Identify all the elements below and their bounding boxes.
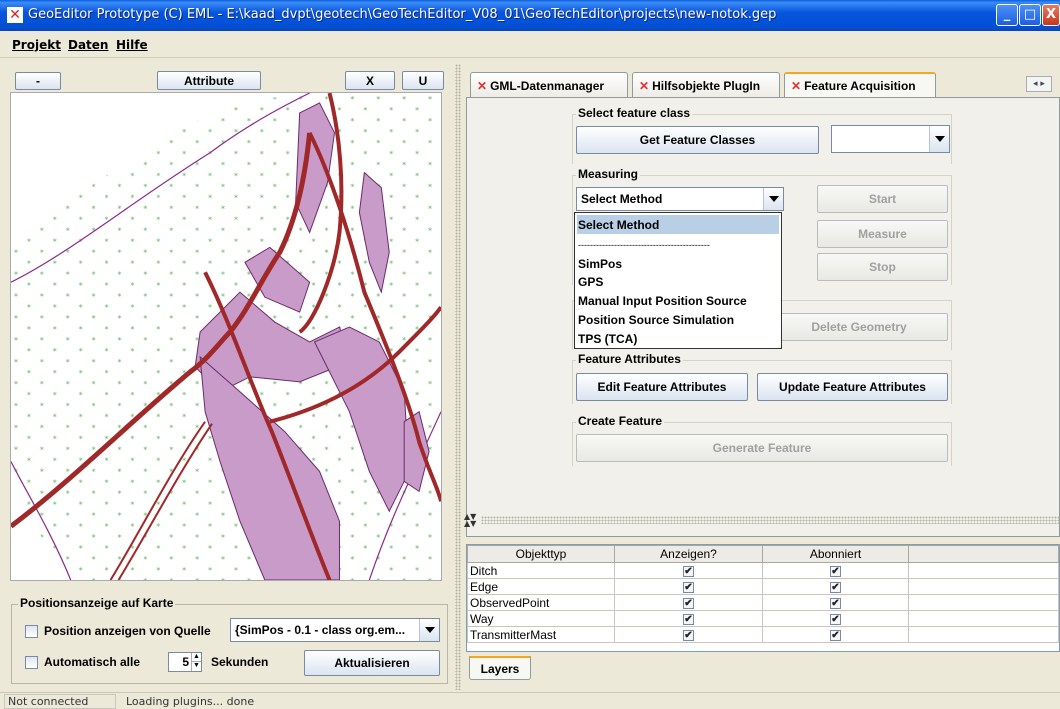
tab-scroll-arrows[interactable]: ◂ ▸ — [1026, 76, 1052, 92]
feature-class-combo[interactable] — [831, 125, 950, 153]
app-icon: ✕ — [7, 7, 23, 23]
x-button[interactable]: X — [345, 71, 395, 90]
generate-feature-button[interactable]: Generate Feature — [576, 434, 948, 462]
show-position-checkbox[interactable] — [25, 625, 38, 638]
seconds-label: Sekunden — [211, 655, 269, 669]
subscribe-checkbox[interactable]: ✔ — [830, 581, 841, 593]
attribute-button[interactable]: Attribute — [157, 71, 261, 90]
minus-button[interactable]: - — [15, 72, 61, 90]
refresh-button[interactable]: Aktualisieren — [304, 650, 440, 676]
spin-down-icon[interactable]: ▼ — [191, 662, 201, 671]
seconds-spinner[interactable]: 5 ▲ ▼ — [168, 652, 202, 672]
measure-button[interactable]: Measure — [817, 220, 948, 248]
update-feature-attributes-button[interactable]: Update Feature Attributes — [757, 373, 948, 401]
start-button[interactable]: Start — [817, 185, 948, 213]
table-row[interactable]: ObservedPoint ✔ ✔ — [467, 594, 1059, 611]
horizontal-splitter[interactable]: ▲▼ ▲▼ — [461, 512, 1060, 528]
vertical-splitter[interactable] — [455, 64, 461, 690]
measuring-title: Measuring — [576, 167, 641, 181]
splitter-grip — [481, 516, 1060, 524]
attributes-title: Feature Attributes — [576, 352, 683, 366]
status-message: Loading plugins... done — [126, 695, 255, 708]
col-abonniert[interactable]: Abonniert — [762, 545, 909, 563]
split-arrows-icon[interactable]: ▲▼ ▲▼ — [464, 513, 476, 528]
show-checkbox[interactable]: ✔ — [683, 629, 694, 641]
method-option-select[interactable]: Select Method — [577, 215, 779, 234]
source-combo-value: {SimPos - 0.1 - class org.em... — [235, 623, 406, 637]
col-anzeigen[interactable]: Anzeigen? — [614, 545, 763, 563]
tab-gml-datenmanager[interactable]: ✕ GML-Datenmanager — [470, 72, 628, 98]
show-checkbox[interactable]: ✔ — [683, 565, 694, 577]
show-checkbox[interactable]: ✔ — [683, 613, 694, 625]
connection-status: Not connected — [4, 694, 116, 709]
row-name: Edge — [467, 578, 615, 595]
menu-daten[interactable]: Daten — [68, 38, 108, 52]
seconds-value: 5 — [182, 655, 189, 669]
show-position-label: Position anzeigen von Quelle — [44, 624, 211, 638]
create-title: Create Feature — [576, 414, 665, 428]
map-canvas[interactable]: * * — [10, 92, 442, 581]
method-dropdown-list: Select Method --------------------------… — [574, 212, 782, 349]
delete-geometry-button[interactable]: Delete Geometry — [770, 313, 948, 341]
col-objekttyp[interactable]: Objekttyp — [467, 545, 615, 563]
plugin-icon: ✕ — [791, 79, 802, 93]
close-button[interactable]: X — [1042, 4, 1060, 26]
window-title: GeoEditor Prototype (C) EML - E:\kaad_dv… — [28, 7, 777, 22]
table-header-row: Objekttyp Anzeigen? Abonniert — [467, 545, 1059, 563]
tab-hilfsobjekte-plugin[interactable]: ✕ Hilfsobjekte PlugIn — [632, 72, 780, 98]
method-option-tps[interactable]: TPS (TCA) — [577, 329, 779, 348]
subscribe-checkbox[interactable]: ✔ — [830, 565, 841, 577]
select-class-title: Select feature class — [576, 106, 693, 120]
method-option-simulation[interactable]: Position Source Simulation — [577, 310, 779, 329]
maximize-button[interactable]: □ — [1019, 4, 1041, 26]
minimize-button[interactable]: _ — [996, 4, 1018, 26]
show-checkbox[interactable]: ✔ — [683, 597, 694, 609]
subscribe-checkbox[interactable]: ✔ — [830, 597, 841, 609]
chevron-down-icon[interactable] — [929, 126, 949, 152]
tab-feature-acquisition[interactable]: ✕ Feature Acquisition — [784, 72, 936, 98]
table-row[interactable]: TransmitterMast ✔ ✔ — [467, 626, 1059, 643]
layers-table-container: Objekttyp Anzeigen? Abonniert Ditch ✔ ✔ … — [466, 544, 1060, 652]
subscribe-checkbox[interactable]: ✔ — [830, 613, 841, 625]
col-empty — [908, 545, 1059, 563]
menu-hilfe[interactable]: Hilfe — [116, 38, 148, 52]
spin-up-icon[interactable]: ▲ — [191, 653, 201, 662]
tab-layers[interactable]: Layers — [469, 656, 531, 680]
map-drawing: * * — [11, 93, 441, 580]
title-bar: ✕ GeoEditor Prototype (C) EML - E:\kaad_… — [0, 0, 1060, 31]
method-option-simpos[interactable]: SimPos — [577, 254, 779, 273]
plugin-tabs: ✕ GML-Datenmanager ✕ Hilfsobjekte PlugIn… — [466, 72, 1060, 98]
menu-bar: Projekt Daten Hilfe — [0, 31, 1060, 58]
row-name: Ditch — [467, 562, 615, 579]
position-group-title: Positionsanzeige auf Karte — [18, 596, 176, 610]
menu-projekt[interactable]: Projekt — [12, 38, 61, 52]
auto-all-checkbox[interactable] — [25, 656, 38, 669]
source-combo[interactable]: {SimPos - 0.1 - class org.em... — [230, 618, 440, 642]
stop-button[interactable]: Stop — [817, 253, 948, 281]
row-name: Way — [467, 610, 615, 627]
status-bar: Not connected Loading plugins... done — [0, 692, 1060, 709]
method-option-gps[interactable]: GPS — [577, 272, 779, 291]
plugin-icon: ✕ — [477, 78, 488, 93]
method-option-separator: ----------------------------------------… — [578, 239, 710, 250]
table-row[interactable]: Way ✔ ✔ — [467, 610, 1059, 627]
edit-feature-attributes-button[interactable]: Edit Feature Attributes — [576, 373, 748, 401]
chevron-down-icon[interactable] — [419, 619, 439, 641]
plugin-icon: ✕ — [639, 78, 650, 93]
table-row[interactable]: Ditch ✔ ✔ — [467, 562, 1059, 579]
auto-all-label: Automatisch alle — [44, 655, 141, 669]
subscribe-checkbox[interactable]: ✔ — [830, 629, 841, 641]
method-option-manual-input[interactable]: Manual Input Position Source — [577, 291, 779, 310]
table-row[interactable]: Edge ✔ ✔ — [467, 578, 1059, 595]
get-feature-classes-button[interactable]: Get Feature Classes — [576, 126, 819, 154]
show-checkbox[interactable]: ✔ — [683, 581, 694, 593]
u-button[interactable]: U — [402, 71, 444, 90]
row-name: ObservedPoint — [467, 594, 615, 611]
layers-table: Objekttyp Anzeigen? Abonniert Ditch ✔ ✔ … — [467, 545, 1059, 643]
method-combo[interactable]: Select Method — [576, 187, 784, 211]
chevron-down-icon[interactable] — [763, 188, 783, 210]
method-combo-value: Select Method — [581, 192, 663, 206]
row-name: TransmitterMast — [467, 626, 615, 643]
